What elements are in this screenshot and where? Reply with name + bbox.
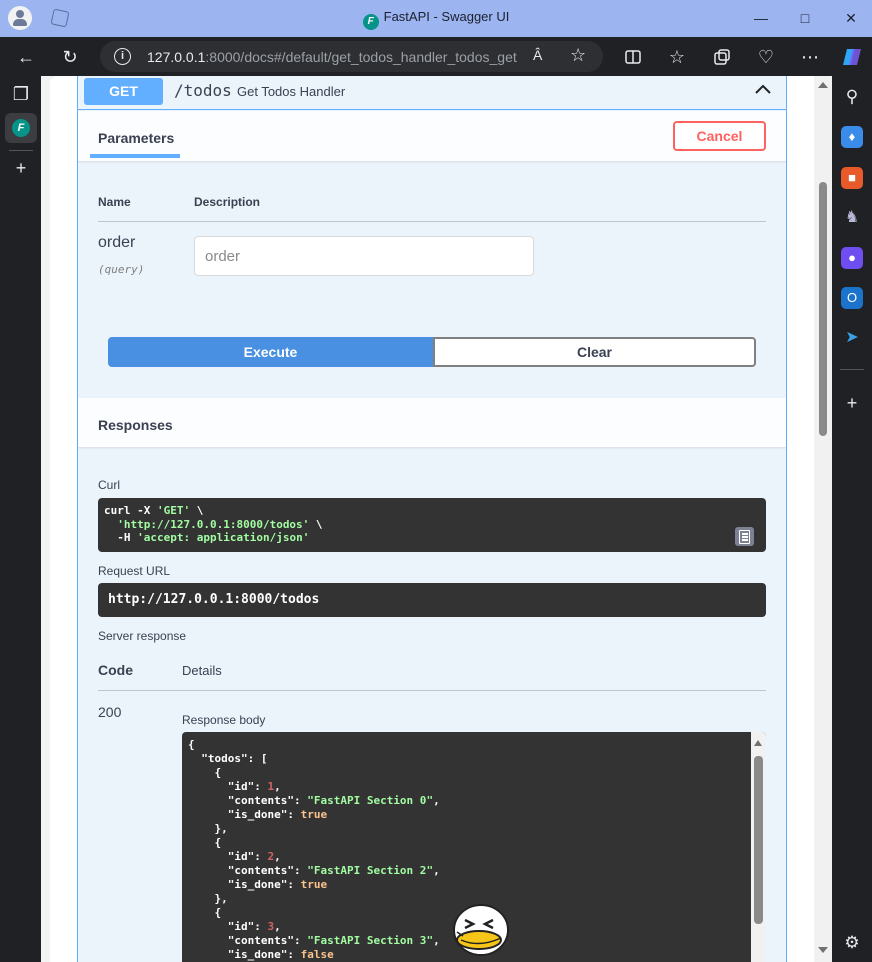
column-header-details: Details (182, 663, 222, 678)
tab-parameters[interactable]: Parameters (98, 130, 174, 146)
scroll-up-arrow-icon[interactable] (754, 740, 762, 746)
http-method-badge: GET (84, 78, 163, 105)
response-json: { "todos": [ { "id": 1, "contents": "Fas… (188, 738, 440, 961)
operation-path: /todos (174, 81, 232, 100)
favorites-icon[interactable]: ☆ (665, 45, 689, 69)
read-aloud-icon[interactable]: Â (533, 47, 542, 63)
divider (98, 221, 766, 222)
vertical-tabs-strip: ❐ F + (0, 76, 41, 962)
scroll-down-arrow-icon[interactable] (818, 947, 828, 953)
shopping-tag-icon[interactable]: ♦ (841, 126, 863, 148)
heart-icon[interactable]: ♡ (754, 45, 778, 69)
column-header-description: Description (194, 195, 261, 209)
window-title: F FastAPI - Swagger UI (0, 9, 872, 30)
address-bar[interactable]: i 127.0.0.1:8000/docs#/default/get_todos… (100, 41, 603, 72)
operation-block-get-todos: GET /todos Get Todos Handler Parameters … (77, 76, 787, 962)
split-screen-icon[interactable] (621, 45, 645, 69)
operation-summary-text: Get Todos Handler (237, 84, 346, 99)
page-content: GET /todos Get Todos Handler Parameters … (50, 76, 832, 962)
curl-command-block[interactable]: curl -X 'GET' \ 'http://127.0.0.1:8000/t… (98, 498, 766, 552)
cancel-button[interactable]: Cancel (673, 121, 766, 151)
page-scrollbar[interactable] (814, 76, 832, 962)
response-scrollbar[interactable] (751, 732, 766, 962)
navigation-bar: ← ↻ i 127.0.0.1:8000/docs#/default/get_t… (0, 37, 872, 76)
param-location: (query) (98, 263, 145, 276)
responses-header: Responses (78, 398, 786, 447)
info-icon[interactable]: i (114, 48, 131, 65)
divider (840, 369, 864, 370)
tab-fastapi-swagger[interactable]: F (5, 113, 37, 143)
edge-sidebar: ⚲ ♦ ■ ♞ ● O ➤ + ⚙ (832, 76, 872, 962)
copilot-sidebar-icon[interactable]: ● (841, 247, 863, 269)
divider (98, 690, 766, 691)
param-name-order: order (98, 234, 136, 251)
tools-icon[interactable]: ■ (841, 167, 863, 189)
add-sidebar-app-icon[interactable]: + (841, 392, 863, 414)
request-url-label: Request URL (98, 564, 171, 578)
responses-title: Responses (98, 417, 173, 433)
refresh-icon[interactable]: ↻ (58, 45, 82, 69)
copilot-icon[interactable] (840, 45, 864, 69)
sidebar-settings-gear-icon[interactable]: ⚙ (841, 932, 863, 954)
parameters-header: Parameters Cancel (78, 111, 786, 161)
maximize-button[interactable]: □ (790, 6, 820, 30)
curl-line: -H 'accept: application/json' (104, 531, 310, 544)
execute-button[interactable]: Execute (108, 337, 433, 367)
clear-button[interactable]: Clear (433, 337, 756, 367)
title-bar: F FastAPI - Swagger UI — □ ✕ (0, 0, 872, 37)
url-text[interactable]: 127.0.0.1:8000/docs#/default/get_todos_h… (147, 49, 517, 65)
games-icon[interactable]: ♞ (841, 207, 863, 229)
order-input[interactable] (194, 236, 534, 276)
close-window-button[interactable]: ✕ (836, 6, 866, 30)
curl-line: curl -X 'GET' \ (104, 504, 204, 517)
scroll-thumb[interactable] (754, 756, 763, 924)
operation-summary[interactable]: GET /todos Get Todos Handler (78, 76, 786, 110)
telegram-icon[interactable]: ➤ (841, 327, 863, 349)
server-response-label: Server response (98, 629, 187, 643)
minimize-button[interactable]: — (746, 6, 776, 30)
column-header-code: Code (98, 662, 133, 678)
fastapi-favicon-icon: F (12, 119, 30, 137)
new-tab-icon[interactable]: + (9, 156, 33, 180)
curl-label: Curl (98, 478, 121, 492)
response-status-code: 200 (98, 704, 122, 720)
request-url-value: http://127.0.0.1:8000/todos (98, 583, 766, 617)
scroll-thumb[interactable] (819, 182, 827, 436)
more-icon[interactable]: ⋯ (798, 45, 822, 69)
curl-line: 'http://127.0.0.1:8000/todos' \ (117, 517, 323, 531)
outlook-icon[interactable]: O (841, 287, 863, 309)
divider (9, 150, 33, 151)
chevron-up-icon[interactable] (754, 81, 772, 99)
collections-icon[interactable] (710, 45, 734, 69)
back-icon[interactable]: ← (14, 45, 38, 69)
tab-active-indicator (90, 154, 180, 158)
star-icon[interactable]: ☆ (570, 45, 586, 66)
response-body-label: Response body (182, 713, 266, 727)
scroll-up-arrow-icon[interactable] (818, 82, 828, 88)
fastapi-favicon-icon: F (362, 14, 379, 30)
tab-actions-icon[interactable]: ❐ (9, 82, 33, 106)
copy-to-clipboard-icon[interactable] (735, 527, 754, 546)
search-icon[interactable]: ⚲ (841, 86, 863, 108)
column-header-name: Name (98, 195, 131, 209)
laughing-emoji-sticker-icon (453, 904, 509, 956)
